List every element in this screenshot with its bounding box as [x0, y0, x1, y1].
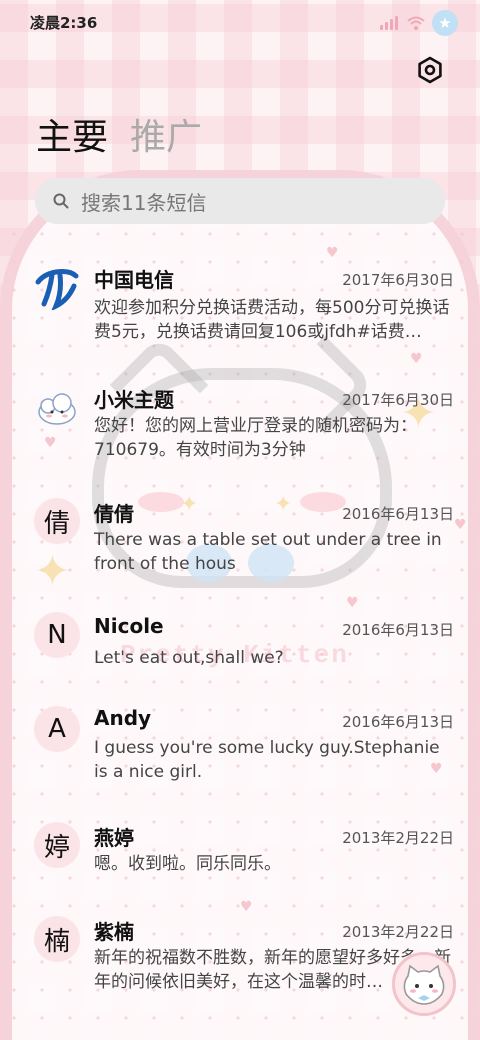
conversation-row[interactable]: 婷 燕婷 2013年2月22日 嗯。收到啦。同乐同乐。: [0, 818, 480, 898]
sender-name: 燕婷: [94, 826, 134, 850]
contact-avatar: 楠: [34, 916, 80, 962]
message-date: 2016年6月13日: [342, 713, 454, 731]
status-bar: 凌晨2:36 ★: [0, 0, 480, 42]
tab-primary[interactable]: 主要: [36, 108, 108, 160]
sender-name: 小米主题: [94, 388, 174, 412]
message-preview: 欢迎参加积分兑换话费活动，每500分可兑换话费5元，兑换话费请回复106或jfd…: [94, 298, 450, 342]
kitten-icon: [403, 964, 445, 1005]
sender-name: 倩倩: [94, 502, 134, 526]
conversation-row[interactable]: A Andy 2016年6月13日 I guess you're some lu…: [0, 702, 480, 806]
conversation-row[interactable]: 倩 倩倩 2016年6月13日 There was a table set ou…: [0, 494, 480, 598]
wifi-icon: [406, 15, 426, 31]
sender-name: 紫楠: [94, 920, 134, 944]
status-icons: ★: [380, 10, 458, 36]
message-preview: There was a table set out under a tree i…: [94, 530, 442, 574]
settings-hex-icon: [418, 56, 442, 84]
sender-name: 中国电信: [94, 268, 174, 292]
sender-name: Nicole: [94, 614, 164, 638]
search-icon: [53, 193, 69, 209]
message-preview: Let's eat out,shall we?: [94, 648, 284, 668]
heart-icon: ♥: [410, 351, 423, 367]
contact-avatar: 婷: [34, 822, 80, 868]
sender-name: Andy: [94, 706, 152, 730]
conversation-row[interactable]: 小米主题 2017年6月30日 您好！您的网上营业厅登录的随机密码为：71067…: [0, 368, 480, 472]
search-input[interactable]: 搜索11条短信: [35, 178, 445, 224]
settings-button[interactable]: [416, 56, 444, 84]
message-preview: 嗯。收到啦。同乐同乐。: [94, 854, 281, 874]
message-date: 2013年2月22日: [342, 829, 454, 847]
tab-bar: 主要 推广: [36, 108, 202, 160]
telecom-logo-icon: [34, 264, 80, 310]
contact-avatar: N: [34, 612, 80, 658]
status-time: 凌晨2:36: [30, 14, 98, 32]
message-date: 2013年2月22日: [342, 923, 454, 941]
message-preview: 您好！您的网上营业厅登录的随机密码为：710679。有效时间为3分钟: [94, 416, 417, 460]
battery-icon: ★: [432, 10, 458, 36]
cloud-mascot-icon: [34, 386, 80, 432]
signal-icon: [380, 16, 400, 30]
message-date: 2016年6月13日: [342, 505, 454, 523]
message-date: 2016年6月13日: [342, 621, 454, 639]
search-placeholder: 搜索11条短信: [81, 190, 207, 215]
tab-promotions[interactable]: 推广: [130, 108, 202, 160]
conversation-row[interactable]: 中国电信 2017年6月30日 欢迎参加积分兑换话费活动，每500分可兑换话费5…: [0, 242, 480, 346]
compose-button[interactable]: [392, 952, 456, 1016]
message-preview: I guess you're some lucky guy.Stephanie …: [94, 738, 440, 782]
contact-avatar: A: [34, 706, 80, 752]
message-date: 2017年6月30日: [342, 391, 454, 409]
message-date: 2017年6月30日: [342, 271, 454, 289]
conversation-row[interactable]: N Nicole 2016年6月13日 Let's eat out,shall …: [0, 606, 480, 686]
contact-avatar: 倩: [34, 498, 80, 544]
